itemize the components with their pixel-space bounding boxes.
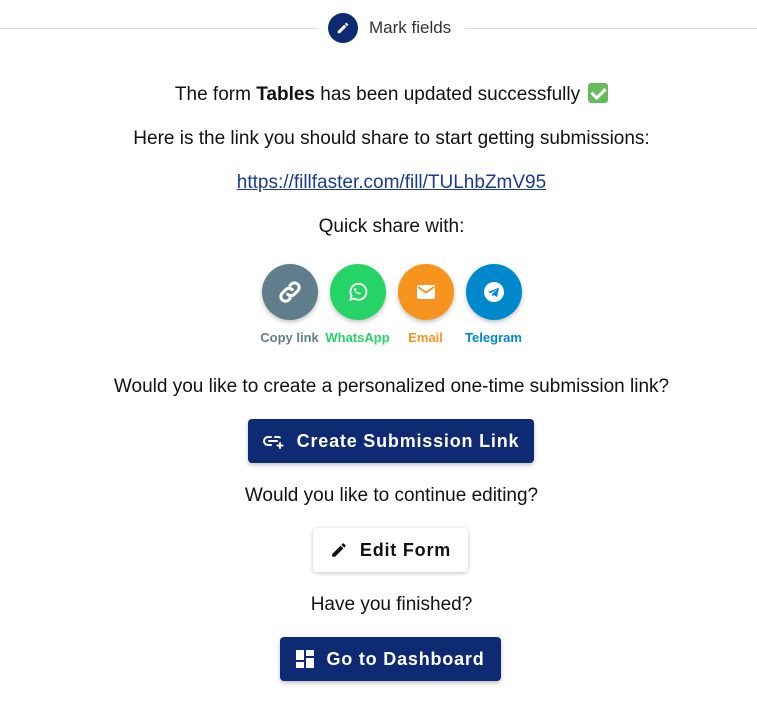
create-submission-link-button[interactable]: Create Submission Link [248, 419, 534, 463]
success-prefix: The form [174, 84, 257, 105]
quick-share-options: Copy link WhatsApp Email Telegram [0, 264, 757, 345]
share-telegram[interactable]: Telegram [460, 264, 528, 345]
share-link-line: https://fillfaster.com/fill/TULhbZmV95 [0, 171, 757, 195]
link-icon [261, 264, 318, 320]
create-submission-link-label: Create Submission Link [296, 430, 520, 451]
share-label: Email [408, 330, 443, 345]
share-label: Copy link [260, 330, 319, 345]
share-copy-link[interactable]: Copy link [256, 264, 324, 345]
go-to-dashboard-label: Go to Dashboard [326, 648, 485, 669]
share-label: Telegram [465, 330, 522, 345]
success-panel: The form Tables has been updated success… [0, 0, 757, 727]
share-label: WhatsApp [325, 330, 390, 345]
quick-share-label: Quick share with: [318, 216, 465, 237]
email-icon [397, 264, 454, 320]
edit-form-button[interactable]: Edit Form [313, 528, 468, 572]
dashboard-icon [296, 650, 315, 668]
form-name: Tables [256, 84, 315, 105]
continue-editing-prompt: Would you like to continue editing? [244, 485, 539, 506]
pencil-icon [330, 541, 348, 559]
share-whatsapp[interactable]: WhatsApp [324, 264, 392, 345]
share-prompt: Here is the link you should share to sta… [133, 128, 650, 149]
check-mark-icon [588, 83, 609, 103]
share-email[interactable]: Email [392, 264, 460, 345]
share-link[interactable]: https://fillfaster.com/fill/TULhbZmV95 [237, 172, 546, 193]
edit-form-label: Edit Form [359, 539, 452, 560]
success-message: The form Tables has been updated success… [0, 83, 757, 107]
personalized-link-prompt: Would you like to create a personalized … [113, 376, 670, 397]
telegram-icon [465, 264, 522, 320]
finished-prompt: Have you finished? [310, 594, 473, 615]
go-to-dashboard-button[interactable]: Go to Dashboard [280, 637, 501, 681]
success-suffix: has been updated successfully [314, 84, 581, 105]
whatsapp-icon [329, 264, 386, 320]
link-plus-icon [262, 433, 285, 449]
